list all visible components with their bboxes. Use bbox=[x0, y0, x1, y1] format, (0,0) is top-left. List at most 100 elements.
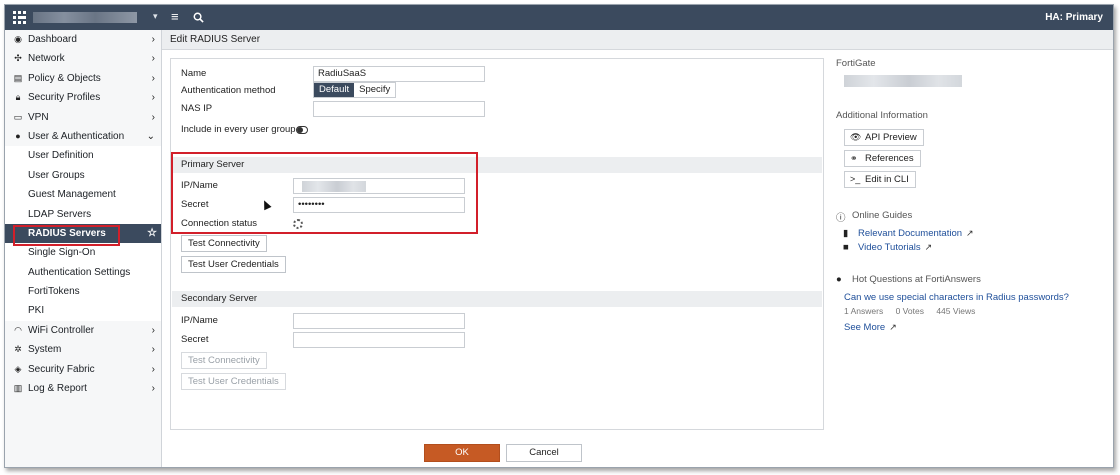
votes-count: 0 Votes bbox=[895, 306, 924, 316]
question-link[interactable]: Can we use special characters in Radius … bbox=[844, 292, 1069, 303]
nas-ip-field[interactable] bbox=[313, 101, 485, 117]
terminal-icon: >_ bbox=[850, 174, 861, 184]
edit-in-cli-button[interactable]: >_ Edit in CLI bbox=[844, 171, 916, 188]
loading-spinner-icon bbox=[293, 219, 303, 229]
sidebar-item-network[interactable]: ✣ Network › bbox=[5, 49, 161, 68]
sidebar-item-dashboard[interactable]: ◉ Dashboard › bbox=[5, 30, 161, 49]
sidebar-item-user-definition[interactable]: User Definition bbox=[5, 146, 161, 166]
device-name-redacted bbox=[844, 75, 962, 87]
sidebar-item-fortitokens[interactable]: FortiTokens bbox=[5, 282, 161, 302]
include-user-group-toggle[interactable] bbox=[296, 126, 308, 134]
chevron-right-icon: › bbox=[151, 111, 155, 123]
favorite-star-icon[interactable]: ☆ bbox=[147, 224, 157, 243]
sidebar-item-user-groups[interactable]: User Groups bbox=[5, 165, 161, 186]
secondary-ip-label: IP/Name bbox=[181, 315, 218, 326]
help-circle-icon: ⓘ bbox=[836, 213, 846, 224]
info-panel: FortiGate Additional Information 👁︎ API P… bbox=[836, 58, 1106, 358]
sidebar-item-label: PKI bbox=[28, 305, 45, 317]
eye-icon: 👁︎ bbox=[850, 132, 862, 142]
sidebar-item-security-profiles[interactable]: 🔒︎ Security Profiles › bbox=[5, 88, 161, 107]
auth-method-label: Authentication method bbox=[181, 85, 276, 96]
ok-button[interactable]: OK bbox=[424, 444, 500, 462]
sidebar-item-system[interactable]: ✲ System › bbox=[5, 340, 161, 359]
sidebar-item-vpn[interactable]: ▭ VPN › bbox=[5, 108, 161, 127]
sidebar-item-label: User & Authentication bbox=[28, 130, 125, 142]
main-content: Edit RADIUS Server Name RadiuSaaS Authen… bbox=[162, 30, 1113, 467]
primary-server-heading: Primary Server bbox=[172, 157, 822, 173]
sidebar-item-wifi-controller[interactable]: ◠ WiFi Controller › bbox=[5, 321, 161, 340]
nas-ip-label: NAS IP bbox=[181, 103, 213, 114]
sidebar-item-log-report[interactable]: ▥ Log & Report › bbox=[5, 379, 161, 398]
sidebar-item-label: FortiTokens bbox=[28, 286, 80, 298]
fortinet-logo-icon[interactable] bbox=[13, 11, 27, 24]
top-bar: ▾ ≡ HA: Primary bbox=[5, 5, 1113, 30]
primary-test-connectivity-button[interactable]: Test Connectivity bbox=[181, 235, 267, 252]
page-title: Edit RADIUS Server bbox=[162, 30, 1113, 50]
secondary-secret-field[interactable] bbox=[293, 332, 465, 348]
search-icon[interactable] bbox=[193, 12, 204, 23]
sidebar-item-label: User Definition bbox=[28, 150, 94, 162]
additional-info-label: Additional Information bbox=[836, 110, 928, 121]
name-field[interactable]: RadiuSaaS bbox=[313, 66, 485, 82]
auth-default-option[interactable]: Default bbox=[314, 83, 355, 97]
sidebar-item-pki[interactable]: PKI bbox=[5, 301, 161, 321]
sidebar-item-policy-objects[interactable]: ▤ Policy & Objects › bbox=[5, 69, 161, 88]
answers-count: 1 Answers bbox=[844, 306, 884, 316]
sidebar-item-label: Authentication Settings bbox=[28, 266, 131, 278]
cancel-button[interactable]: Cancel bbox=[506, 444, 582, 462]
question-meta: 1 Answers 0 Votes 445 Views bbox=[844, 306, 985, 316]
relevant-documentation-link[interactable]: Relevant Documentation ↗ bbox=[858, 228, 974, 239]
chevron-right-icon: › bbox=[151, 92, 155, 104]
video-tutorials-link[interactable]: Video Tutorials ↗ bbox=[858, 242, 932, 253]
secondary-ip-field[interactable] bbox=[293, 313, 465, 329]
sidebar-item-label: WiFi Controller bbox=[28, 324, 95, 336]
secondary-test-credentials-button[interactable]: Test User Credentials bbox=[181, 373, 286, 390]
secondary-test-connectivity-button[interactable]: Test Connectivity bbox=[181, 352, 267, 369]
sidebar-item-label: RADIUS Servers bbox=[28, 227, 106, 239]
sidebar-item-guest-management[interactable]: Guest Management bbox=[5, 185, 161, 205]
references-label: References bbox=[865, 153, 914, 164]
auth-specify-option[interactable]: Specify bbox=[354, 83, 395, 97]
see-more-label: See More bbox=[844, 322, 886, 333]
auth-method-toggle: Default Specify bbox=[313, 82, 397, 98]
app-window: ▾ ≡ HA: Primary ◉ Dashboard › ✣ Network › ▤ P… bbox=[4, 4, 1114, 468]
primary-ip-label: IP/Name bbox=[181, 180, 218, 191]
sidebar-item-security-fabric[interactable]: ◈ Security Fabric › bbox=[5, 360, 161, 379]
sidebar-item-label: Security Profiles bbox=[28, 92, 101, 104]
sidebar-item-user-authentication[interactable]: ● User & Authentication ⌄ bbox=[5, 127, 161, 146]
ha-status[interactable]: HA: Primary bbox=[1045, 12, 1103, 23]
book-icon: ▮ bbox=[843, 228, 849, 239]
chevron-right-icon: › bbox=[151, 324, 155, 336]
sidebar-item-authentication-settings[interactable]: Authentication Settings bbox=[5, 262, 161, 283]
sidebar-item-single-sign-on[interactable]: Single Sign-On bbox=[5, 243, 161, 263]
see-more-link[interactable]: See More ↗ bbox=[844, 322, 897, 333]
chevron-down-icon: ⌄ bbox=[146, 130, 155, 142]
link-icon: ⚭ bbox=[850, 153, 858, 163]
sidebar-item-label: VPN bbox=[28, 111, 49, 123]
sidebar-item-ldap-servers[interactable]: LDAP Servers bbox=[5, 204, 161, 224]
api-preview-button[interactable]: 👁︎ API Preview bbox=[844, 129, 924, 146]
gear-icon: ✲ bbox=[14, 344, 22, 355]
chevron-right-icon: › bbox=[151, 363, 155, 375]
references-button[interactable]: ⚭ References bbox=[844, 150, 921, 167]
hostname-redacted[interactable] bbox=[33, 12, 137, 23]
name-label: Name bbox=[181, 68, 207, 79]
chat-icon: ● bbox=[836, 274, 842, 285]
video-icon: ■ bbox=[843, 242, 849, 253]
hamburger-menu-icon[interactable]: ≡ bbox=[171, 9, 179, 24]
primary-secret-field[interactable]: •••••••• bbox=[293, 197, 465, 213]
sidebar-item-radius-servers[interactable]: RADIUS Servers ☆ bbox=[5, 223, 161, 244]
sidebar-item-label: System bbox=[28, 344, 62, 356]
chart-icon: ▥ bbox=[13, 383, 23, 394]
chevron-right-icon: › bbox=[151, 383, 155, 395]
mouse-cursor-icon bbox=[260, 198, 272, 211]
chevron-right-icon: › bbox=[151, 344, 155, 356]
policy-icon: ▤ bbox=[13, 72, 23, 83]
network-icon: ✣ bbox=[14, 53, 22, 64]
chevron-down-icon[interactable]: ▾ bbox=[153, 11, 158, 22]
primary-ip-field[interactable] bbox=[293, 178, 465, 194]
external-link-icon: ↗ bbox=[966, 228, 974, 238]
sidebar-item-label: Dashboard bbox=[28, 34, 77, 45]
wifi-icon: ◠ bbox=[14, 324, 22, 335]
primary-test-credentials-button[interactable]: Test User Credentials bbox=[181, 256, 286, 273]
